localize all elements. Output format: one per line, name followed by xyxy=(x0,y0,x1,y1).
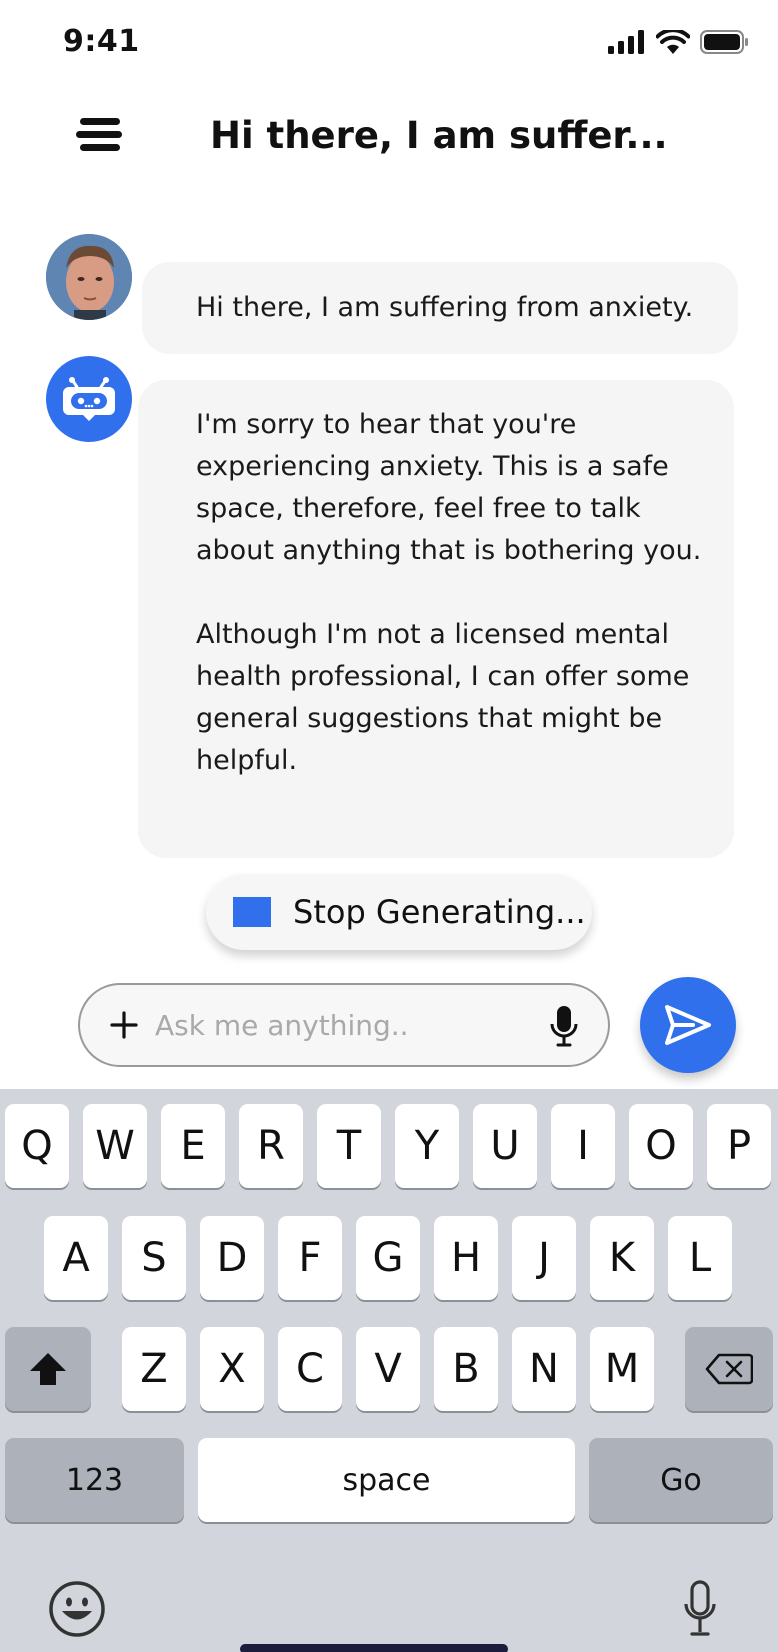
status-bar: 9:41 xyxy=(0,0,778,88)
stop-generating-button[interactable]: Stop Generating... xyxy=(206,874,592,950)
key-i[interactable]: I xyxy=(551,1104,615,1188)
chat-input[interactable] xyxy=(155,1001,525,1049)
backspace-icon xyxy=(705,1353,753,1385)
menu-icon[interactable] xyxy=(76,118,124,158)
emoji-icon[interactable] xyxy=(48,1580,106,1638)
key-j[interactable]: J xyxy=(512,1216,576,1300)
key-o[interactable]: O xyxy=(629,1104,693,1188)
user-avatar xyxy=(46,234,132,320)
chat-header: Hi there, I am suffer... xyxy=(0,100,778,180)
user-photo xyxy=(46,234,132,320)
key-h[interactable]: H xyxy=(434,1216,498,1300)
user-message-bubble: Hi there, I am suffering from anxiety. xyxy=(142,262,738,354)
key-x[interactable]: X xyxy=(200,1327,264,1411)
shift-key[interactable] xyxy=(5,1327,91,1411)
backspace-key[interactable] xyxy=(685,1327,773,1411)
bot-message-paragraph: I'm sorry to hear that you're experienci… xyxy=(196,409,702,566)
key-g[interactable]: G xyxy=(356,1216,420,1300)
wifi-icon xyxy=(656,30,690,54)
bot-avatar xyxy=(46,356,132,442)
key-v[interactable]: V xyxy=(356,1327,420,1411)
chat-input-container xyxy=(78,983,610,1067)
key-p[interactable]: P xyxy=(707,1104,771,1188)
key-k[interactable]: K xyxy=(590,1216,654,1300)
key-w[interactable]: W xyxy=(83,1104,147,1188)
key-t[interactable]: T xyxy=(317,1104,381,1188)
status-time: 9:41 xyxy=(63,24,140,59)
battery-icon xyxy=(700,30,748,54)
plus-icon[interactable] xyxy=(106,1007,142,1043)
key-s[interactable]: S xyxy=(122,1216,186,1300)
status-icons xyxy=(608,30,748,54)
key-l[interactable]: L xyxy=(668,1216,732,1300)
signal-icon xyxy=(608,30,644,54)
home-indicator xyxy=(240,1644,508,1652)
stop-icon xyxy=(233,897,271,927)
key-e[interactable]: E xyxy=(161,1104,225,1188)
key-d[interactable]: D xyxy=(200,1216,264,1300)
go-key[interactable]: Go xyxy=(589,1438,773,1522)
key-a[interactable]: A xyxy=(44,1216,108,1300)
key-z[interactable]: Z xyxy=(122,1327,186,1411)
key-u[interactable]: U xyxy=(473,1104,537,1188)
key-q[interactable]: Q xyxy=(5,1104,69,1188)
stop-generating-label: Stop Generating... xyxy=(293,893,586,931)
numbers-key[interactable]: 123 xyxy=(5,1438,184,1522)
microphone-icon[interactable] xyxy=(550,1006,578,1048)
page-title: Hi there, I am suffer... xyxy=(210,114,668,157)
key-m[interactable]: M xyxy=(590,1327,654,1411)
key-y[interactable]: Y xyxy=(395,1104,459,1188)
shift-icon xyxy=(30,1353,66,1385)
send-button[interactable] xyxy=(640,977,736,1073)
key-r[interactable]: R xyxy=(239,1104,303,1188)
robot-icon xyxy=(63,377,115,421)
space-key[interactable]: space xyxy=(198,1438,575,1522)
send-icon xyxy=(665,1005,711,1045)
dictation-icon[interactable] xyxy=(683,1580,717,1638)
bot-message-paragraph: Although I'm not a licensed mental healt… xyxy=(196,619,690,776)
key-c[interactable]: C xyxy=(278,1327,342,1411)
key-n[interactable]: N xyxy=(512,1327,576,1411)
key-b[interactable]: B xyxy=(434,1327,498,1411)
bot-message-bubble: I'm sorry to hear that you're experienci… xyxy=(138,380,734,858)
on-screen-keyboard: QWERTYUIOP ASDFGHJKL ZXCVBNM 123 space G… xyxy=(0,1089,778,1652)
user-message-text: Hi there, I am suffering from anxiety. xyxy=(196,292,694,323)
key-f[interactable]: F xyxy=(278,1216,342,1300)
